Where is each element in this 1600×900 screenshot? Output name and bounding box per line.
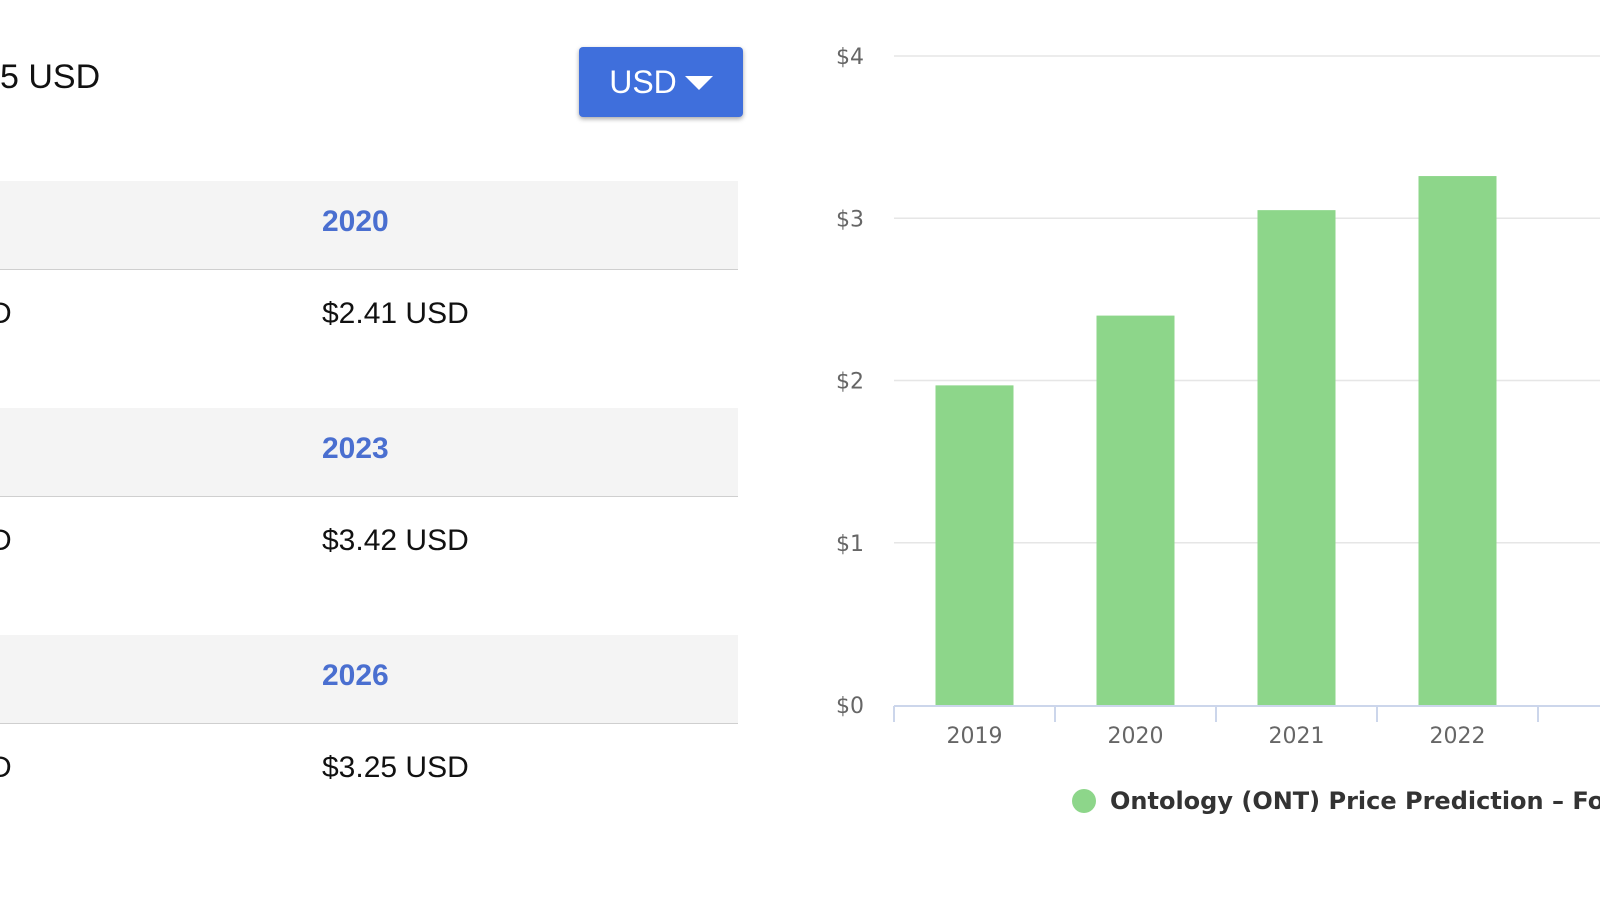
chart-legend[interactable]: Ontology (ONT) Price Prediction – Fo [1072, 787, 1600, 815]
table-row: D $2.41 USD [0, 270, 738, 408]
currency-select-button[interactable]: USD [579, 47, 743, 117]
table-group: 2026 D $3.25 USD [0, 635, 738, 862]
price-prediction-table: 2020 D $2.41 USD 2023 D $3.42 USD 2026 D… [0, 181, 738, 862]
bar [935, 385, 1014, 705]
table-cell-price: $2.41 USD [322, 297, 469, 330]
table-cell-price: $3.25 USD [322, 751, 469, 784]
year-header: 2020 [322, 205, 389, 238]
y-tick-label: $1 [836, 532, 864, 557]
legend-label: Ontology (ONT) Price Prediction – Fo [1110, 787, 1600, 815]
y-tick-label: $3 [836, 207, 864, 232]
year-header: 2026 [322, 659, 389, 692]
bar [1257, 210, 1336, 705]
y-tick-label: $2 [836, 370, 864, 395]
table-cell-left: D [0, 297, 12, 330]
x-tick-label: 2019 [947, 724, 1003, 749]
bar [1096, 315, 1175, 705]
bar-chart: $0 $1 $2 $3 $4 2019 2020 2021 2022 [836, 45, 1600, 749]
x-tick-label: 2021 [1269, 724, 1325, 749]
table-row: D $3.42 USD [0, 497, 738, 635]
bar [1418, 176, 1497, 705]
table-cell-price: $3.42 USD [322, 524, 469, 557]
price-table-panel: 5 USD USD 2020 D $2.41 USD 2023 D $3.42 … [0, 0, 760, 900]
table-group: 2023 D $3.42 USD [0, 408, 738, 635]
legend-swatch [1072, 789, 1096, 813]
price-prediction-chart: $0 $1 $2 $3 $4 2019 2020 2021 2022 Ontology (ONT… [760, 0, 1600, 900]
table-group: 2020 D $2.41 USD [0, 181, 738, 408]
page: 5 USD USD 2020 D $2.41 USD 2023 D $3.42 … [0, 0, 1600, 900]
table-cell-left: D [0, 524, 12, 557]
x-tick-label: 2022 [1430, 724, 1486, 749]
y-tick-label: $4 [836, 45, 864, 70]
y-tick-label: $0 [836, 694, 864, 719]
x-tick-label: 2020 [1108, 724, 1164, 749]
table-cell-left: D [0, 751, 12, 784]
table-header-row: 2026 [0, 635, 738, 724]
table-header-row: 2020 [0, 181, 738, 270]
current-price: 5 USD [0, 58, 101, 96]
currency-button-label: USD [609, 63, 677, 100]
table-row: D $3.25 USD [0, 724, 738, 862]
year-header: 2023 [322, 432, 389, 465]
caret-down-icon [684, 76, 713, 90]
table-header-row: 2023 [0, 408, 738, 497]
